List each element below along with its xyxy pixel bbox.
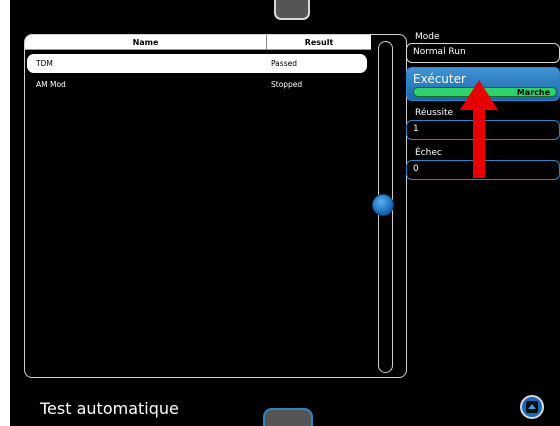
row-name: TDM <box>36 59 53 68</box>
run-button-label: Exécuter <box>413 72 466 86</box>
scrollbar-thumb[interactable] <box>372 194 394 216</box>
red-arrow-head <box>460 80 498 110</box>
top-handle[interactable] <box>274 0 310 20</box>
results-table: Name Result TDM Passed AM Mod Stopped <box>24 34 407 378</box>
failure-label: Échec <box>415 148 442 158</box>
screen: Name Result TDM Passed AM Mod Stopped Mo… <box>10 0 560 426</box>
mode-field[interactable]: Normal Run <box>406 43 560 63</box>
mode-label: Mode <box>415 32 440 42</box>
table-header: Name Result <box>25 35 371 50</box>
page-title: Test automatique <box>40 399 179 418</box>
column-header-name[interactable]: Name <box>25 35 267 50</box>
row-result: Stopped <box>271 80 303 89</box>
column-header-result[interactable]: Result <box>267 35 371 50</box>
collapse-up-icon[interactable] <box>520 395 544 419</box>
triangle-up-icon <box>528 404 536 409</box>
table-row[interactable]: TDM Passed <box>27 54 367 73</box>
bottom-handle[interactable] <box>263 408 313 426</box>
success-label: Réussite <box>415 108 454 118</box>
red-arrow-shaft <box>473 107 485 178</box>
row-name: AM Mod <box>36 80 66 89</box>
table-row[interactable]: AM Mod Stopped <box>27 75 367 94</box>
row-result: Passed <box>271 59 297 68</box>
